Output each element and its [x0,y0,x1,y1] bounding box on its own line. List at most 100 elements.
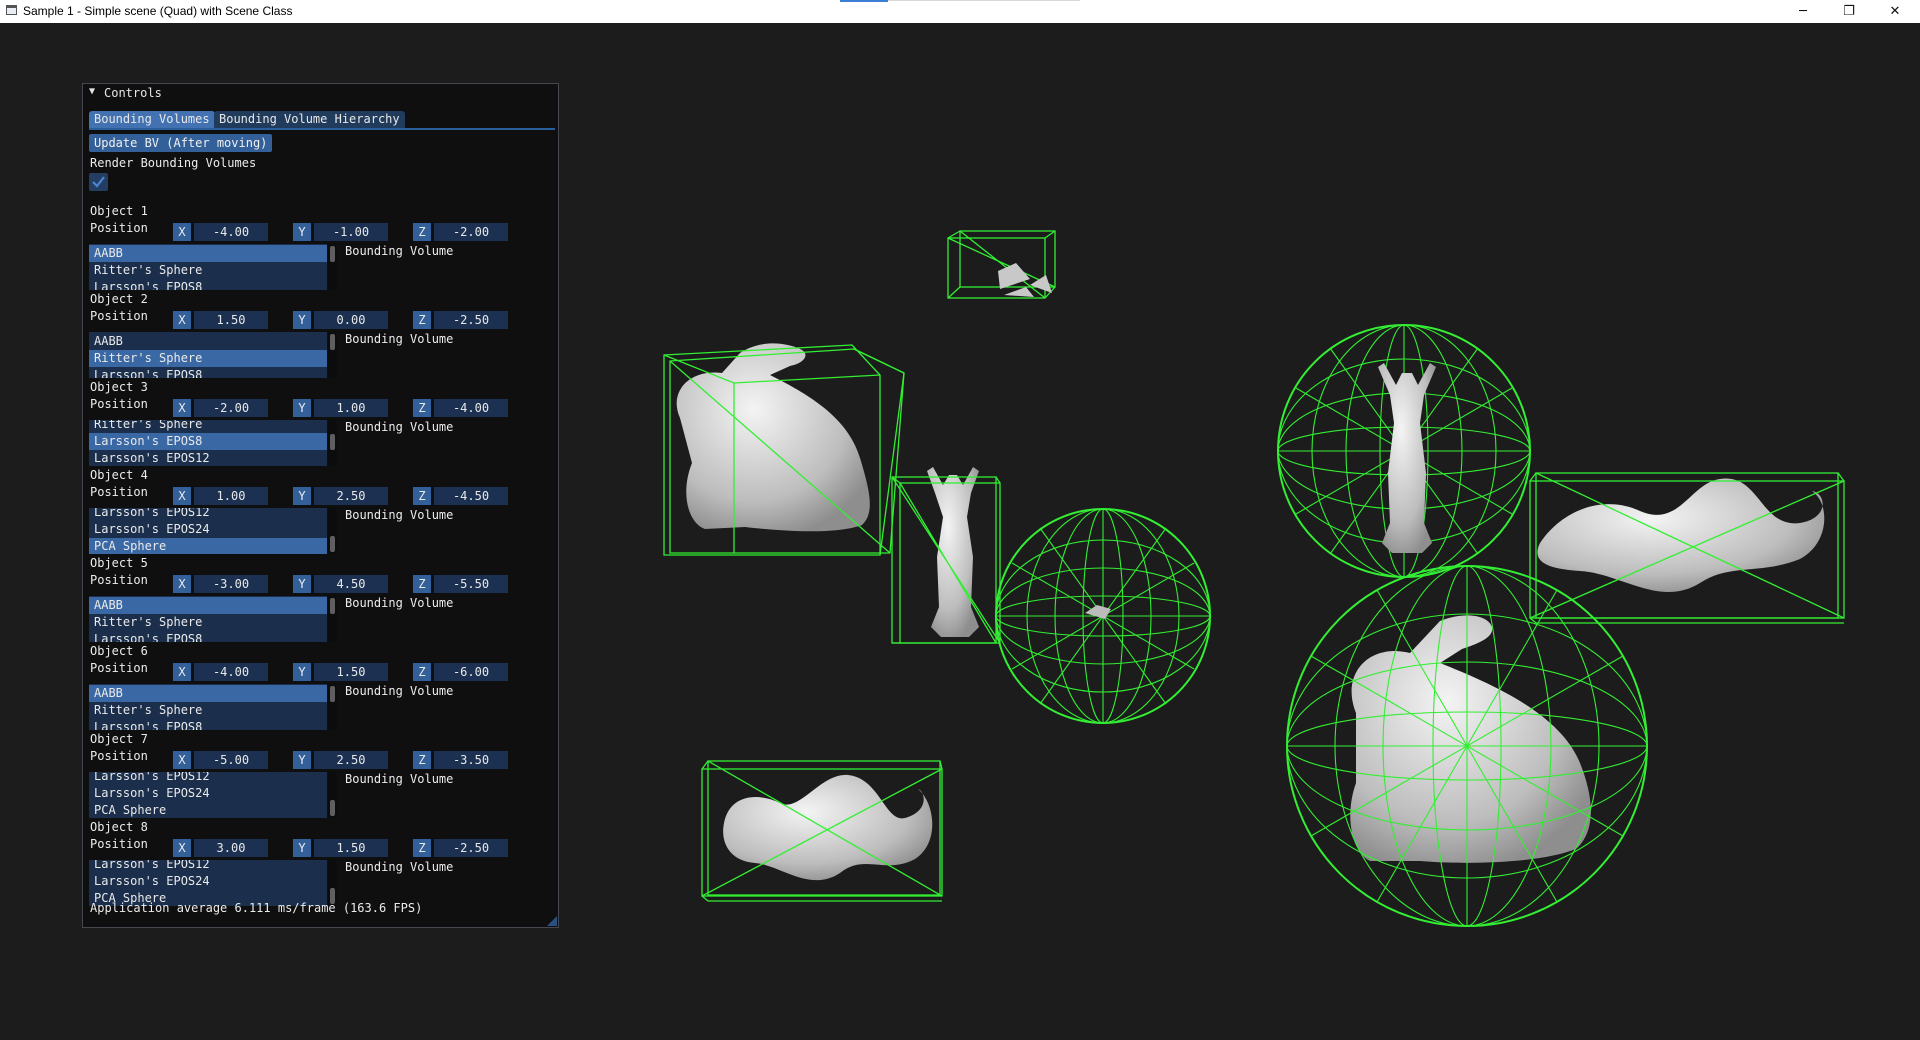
position-z-field[interactable]: -4.00 [434,399,508,417]
list-item[interactable]: PCA Sphere [89,538,327,554]
axis-label-y[interactable]: Y [293,223,311,241]
list-item[interactable]: Larsson's EPOS24 [89,873,327,890]
axis-label-z[interactable]: Z [413,751,431,769]
panel-header[interactable]: ▼ Controls [83,84,558,102]
position-z-field[interactable]: -6.00 [434,663,508,681]
position-y-field[interactable]: 1.00 [314,399,388,417]
scrollbar-grab[interactable] [330,686,335,702]
position-z-field[interactable]: -3.50 [434,751,508,769]
list-item[interactable]: Larsson's EPOS12 [89,508,327,521]
scrollbar-grab[interactable] [330,536,335,552]
list-item[interactable]: Ritter's Sphere [89,262,327,279]
bounding-volume-listbox[interactable]: AABB Ritter's Sphere Larsson's EPOS8 [89,684,327,730]
minimize-button[interactable]: ─ [1780,0,1826,23]
scrollbar-grab[interactable] [330,598,335,614]
update-bv-button[interactable]: Update BV (After moving) [89,134,273,152]
list-item[interactable]: Ritter's Sphere [89,614,327,631]
bounding-volume-listbox[interactable]: AABB Ritter's Sphere Larsson's EPOS8 [89,332,327,378]
position-y-field[interactable]: 4.50 [314,575,388,593]
list-item[interactable]: Larsson's EPOS12 [89,772,327,785]
list-item[interactable]: AABB [89,333,327,350]
controls-panel[interactable]: ▼ Controls Bounding Volumes Bounding Vol… [82,83,559,928]
position-z-field[interactable]: -2.50 [434,839,508,857]
restore-button[interactable]: ❐ [1826,0,1872,23]
axis-label-y[interactable]: Y [293,663,311,681]
axis-label-z[interactable]: Z [413,663,431,681]
list-item[interactable]: PCA Sphere [89,802,327,818]
listbox-scrollbar[interactable] [328,684,337,730]
position-x-field[interactable]: 1.50 [194,311,268,329]
list-item[interactable]: Larsson's EPOS12 [89,450,327,466]
list-item[interactable]: Ritter's Sphere [89,702,327,719]
listbox-scrollbar[interactable] [328,244,337,290]
axis-label-x[interactable]: X [173,663,191,681]
axis-label-z[interactable]: Z [413,311,431,329]
listbox-scrollbar[interactable] [328,420,337,466]
axis-label-x[interactable]: X [173,575,191,593]
position-z-field[interactable]: -2.50 [434,311,508,329]
position-y-field[interactable]: 0.00 [314,311,388,329]
list-item[interactable]: Ritter's Sphere [89,420,327,433]
position-y-field[interactable]: 1.50 [314,839,388,857]
position-x-field[interactable]: 1.00 [194,487,268,505]
position-x-field[interactable]: -4.00 [194,663,268,681]
list-item[interactable]: Larsson's EPOS8 [89,367,327,378]
position-x-field[interactable]: -3.00 [194,575,268,593]
bounding-volume-listbox[interactable]: Larsson's EPOS12 Larsson's EPOS24 PCA Sphe… [89,860,327,906]
list-item[interactable]: AABB [89,597,327,614]
listbox-scrollbar[interactable] [328,772,337,818]
list-item[interactable]: Larsson's EPOS8 [89,719,327,730]
close-button[interactable]: ✕ [1872,0,1918,23]
list-item[interactable]: Larsson's EPOS12 [89,860,327,873]
axis-label-y[interactable]: Y [293,839,311,857]
position-z-field[interactable]: -2.00 [434,223,508,241]
axis-label-x[interactable]: X [173,839,191,857]
render-bv-checkbox[interactable] [89,173,108,191]
axis-label-y[interactable]: Y [293,399,311,417]
axis-label-y[interactable]: Y [293,575,311,593]
list-item[interactable]: Larsson's EPOS8 [89,433,327,450]
listbox-scrollbar[interactable] [328,860,337,906]
position-x-field[interactable]: 3.00 [194,839,268,857]
position-x-field[interactable]: -2.00 [194,399,268,417]
position-y-field[interactable]: 1.50 [314,663,388,681]
axis-label-z[interactable]: Z [413,399,431,417]
list-item[interactable]: Larsson's EPOS24 [89,521,327,538]
bounding-volume-listbox[interactable]: AABB Ritter's Sphere Larsson's EPOS8 [89,596,327,642]
position-z-field[interactable]: -5.50 [434,575,508,593]
bounding-volume-listbox[interactable]: Larsson's EPOS12 Larsson's EPOS24 PCA Sphe… [89,508,327,554]
axis-label-y[interactable]: Y [293,751,311,769]
scrollbar-grab[interactable] [330,800,335,816]
listbox-scrollbar[interactable] [328,508,337,554]
tab-bounding-volume-hierarchy[interactable]: Bounding Volume Hierarchy [214,111,405,128]
scrollbar-grab[interactable] [330,334,335,350]
axis-label-y[interactable]: Y [293,487,311,505]
listbox-scrollbar[interactable] [328,596,337,642]
position-z-field[interactable]: -4.50 [434,487,508,505]
axis-label-x[interactable]: X [173,487,191,505]
axis-label-x[interactable]: X [173,751,191,769]
list-item[interactable]: Larsson's EPOS8 [89,631,327,642]
position-y-field[interactable]: 2.50 [314,751,388,769]
axis-label-x[interactable]: X [173,223,191,241]
axis-label-z[interactable]: Z [413,487,431,505]
list-item[interactable]: AABB [89,245,327,262]
scrollbar-grab[interactable] [330,434,335,450]
position-x-field[interactable]: -5.00 [194,751,268,769]
list-item[interactable]: Larsson's EPOS24 [89,785,327,802]
scrollbar-grab[interactable] [330,246,335,262]
axis-label-z[interactable]: Z [413,575,431,593]
axis-label-z[interactable]: Z [413,839,431,857]
resize-grip-icon[interactable] [547,916,557,926]
bounding-volume-listbox[interactable]: Ritter's Sphere Larsson's EPOS8 Larsson's … [89,420,327,466]
axis-label-x[interactable]: X [173,311,191,329]
bounding-volume-listbox[interactable]: AABB Ritter's Sphere Larsson's EPOS8 [89,244,327,290]
listbox-scrollbar[interactable] [328,332,337,378]
bounding-volume-listbox[interactable]: Larsson's EPOS12 Larsson's EPOS24 PCA Sphe… [89,772,327,818]
position-x-field[interactable]: -4.00 [194,223,268,241]
position-y-field[interactable]: 2.50 [314,487,388,505]
axis-label-x[interactable]: X [173,399,191,417]
axis-label-y[interactable]: Y [293,311,311,329]
list-item[interactable]: Larsson's EPOS8 [89,279,327,290]
collapse-arrow-icon[interactable]: ▼ [89,86,95,97]
